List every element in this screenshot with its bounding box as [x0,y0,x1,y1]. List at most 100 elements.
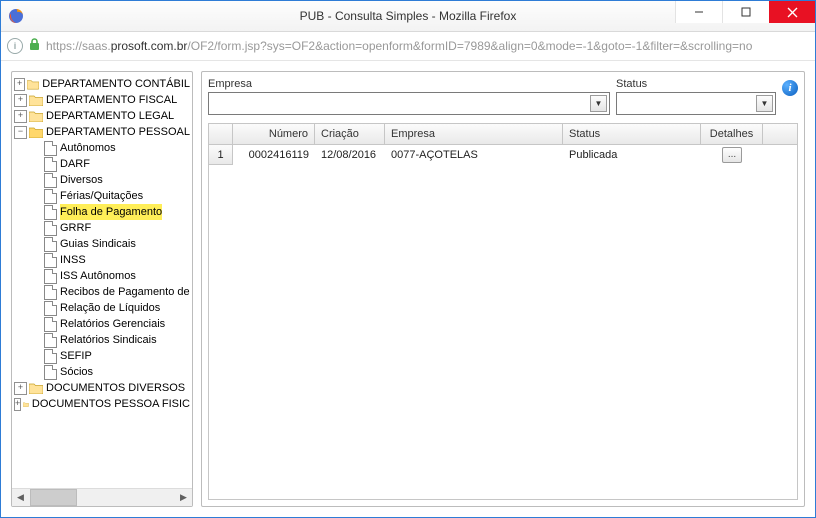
col-status[interactable]: Status [563,124,701,144]
tree-folder-label: DEPARTAMENTO FISCAL [46,92,177,108]
tree-item[interactable]: Relação de Líquidos [14,300,190,316]
tree-item[interactable]: Sócios [14,364,190,380]
tree-item-label: Relatórios Gerenciais [60,316,165,332]
info-icon[interactable]: i [782,80,798,96]
col-detalhes[interactable]: Detalhes [701,124,763,144]
document-icon [44,221,57,236]
tree-folder-label: DEPARTAMENTO LEGAL [46,108,174,124]
expand-icon[interactable]: + [14,78,25,91]
tree-item-label: Relatórios Sindicais [60,332,157,348]
tree-item[interactable]: Guias Sindicais [14,236,190,252]
tree-folder-label: DOCUMENTOS PESSOA FISIC [32,396,190,412]
status-label: Status [616,78,776,90]
tree-item-label: Folha de Pagamento [60,204,162,220]
tree-item-label: DARF [60,156,90,172]
tree-folder[interactable]: − DEPARTAMENTO PESSOAL [14,124,190,140]
document-icon [44,365,57,380]
tree-item-label: Sócios [60,364,93,380]
tree-item[interactable]: Férias/Quitações [14,188,190,204]
chevron-down-icon: ▼ [756,95,773,112]
col-numero[interactable]: Número [233,124,315,144]
col-criacao[interactable]: Criação [315,124,385,144]
tree-item[interactable]: ISS Autônomos [14,268,190,284]
tree-item[interactable]: Relatórios Gerenciais [14,316,190,332]
data-grid: Número Criação Empresa Status Detalhes 1… [208,123,798,500]
tree-item-label: GRRF [60,220,91,236]
grid-body: 1000241611912/08/20160077-AÇOTELASPublic… [209,145,797,499]
close-button[interactable] [769,1,815,23]
minimize-button[interactable] [675,1,722,23]
maximize-button[interactable] [722,1,769,23]
tree-view: + DEPARTAMENTO CONTÁBIL + DEPARTAMENTO FISC… [12,72,192,488]
tree-item[interactable]: Autônomos [14,140,190,156]
tree-item-label: Guias Sindicais [60,236,136,252]
tree-item[interactable]: GRRF [14,220,190,236]
document-icon [44,349,57,364]
tree-item-label: Férias/Quitações [60,188,143,204]
tree-folder[interactable]: + DOCUMENTOS PESSOA FISIC [14,396,190,412]
url-text[interactable]: https://saas.prosoft.com.br/OF2/form.jsp… [46,39,809,53]
col-filler [763,124,797,144]
tree-folder-label: DEPARTAMENTO CONTÁBIL [42,76,190,92]
table-row[interactable]: 1000241611912/08/20160077-AÇOTELASPublic… [209,145,797,165]
tree-folder-label: DEPARTAMENTO PESSOAL [46,124,190,140]
empresa-select[interactable]: ▼ [208,92,610,115]
site-info-icon[interactable]: i [7,38,23,54]
tree-item[interactable]: INSS [14,252,190,268]
expand-icon[interactable]: + [14,110,27,123]
url-domain: prosoft.com.br [111,39,188,53]
tree-folder[interactable]: + DEPARTAMENTO CONTÁBIL [14,76,190,92]
tree-item-label: INSS [60,252,86,268]
tree-item-label: Autônomos [60,140,116,156]
cell-rownum: 1 [209,145,233,165]
tree-folder-label: DOCUMENTOS DIVERSOS [46,380,185,396]
scroll-left-arrow[interactable]: ◀ [12,489,29,506]
document-icon [44,189,57,204]
tree-item[interactable]: DARF [14,156,190,172]
document-icon [44,253,57,268]
cell-numero: 0002416119 [233,145,315,165]
tree-item[interactable]: Recibos de Pagamento de [14,284,190,300]
content-area: + DEPARTAMENTO CONTÁBIL + DEPARTAMENTO FISC… [1,61,815,517]
tree-item-label: Recibos de Pagamento de [60,284,190,300]
grid-header: Número Criação Empresa Status Detalhes [209,124,797,145]
tree-item[interactable]: Relatórios Sindicais [14,332,190,348]
scroll-thumb[interactable] [30,489,77,506]
document-icon [44,205,57,220]
cell-criacao: 12/08/2016 [315,145,385,165]
tree-item-label: Diversos [60,172,103,188]
document-icon [44,157,57,172]
horizontal-scrollbar[interactable]: ◀ ▶ [12,488,192,506]
lock-icon[interactable] [29,38,40,54]
tree-folder[interactable]: + DEPARTAMENTO LEGAL [14,108,190,124]
window-controls [675,1,815,23]
url-suffix: /OF2/form.jsp?sys=OF2&action=openform&fo… [187,39,752,53]
document-icon [44,333,57,348]
collapse-icon[interactable]: − [14,126,27,139]
tree-item[interactable]: Folha de Pagamento [14,204,190,220]
tree-item[interactable]: Diversos [14,172,190,188]
chevron-down-icon: ▼ [590,95,607,112]
document-icon [44,237,57,252]
document-icon [44,317,57,332]
document-icon [44,285,57,300]
status-select[interactable]: ▼ [616,92,776,115]
url-prefix: https://saas. [46,39,111,53]
main-panel: Empresa ▼ Status ▼ i [201,71,805,507]
col-rownum[interactable] [209,124,233,144]
document-icon [44,141,57,156]
col-empresa[interactable]: Empresa [385,124,563,144]
expand-icon[interactable]: + [14,398,21,411]
filter-bar: Empresa ▼ Status ▼ i [208,78,798,115]
scroll-right-arrow[interactable]: ▶ [175,489,192,506]
cell-empresa: 0077-AÇOTELAS [385,145,563,165]
details-button[interactable]: ... [722,147,742,163]
expand-icon[interactable]: + [14,382,27,395]
tree-item-label: Relação de Líquidos [60,300,160,316]
document-icon [44,269,57,284]
tree-item[interactable]: SEFIP [14,348,190,364]
expand-icon[interactable]: + [14,94,27,107]
tree-folder[interactable]: + DEPARTAMENTO FISCAL [14,92,190,108]
tree-folder[interactable]: + DOCUMENTOS DIVERSOS [14,380,190,396]
cell-detalhes: ... [701,145,763,165]
